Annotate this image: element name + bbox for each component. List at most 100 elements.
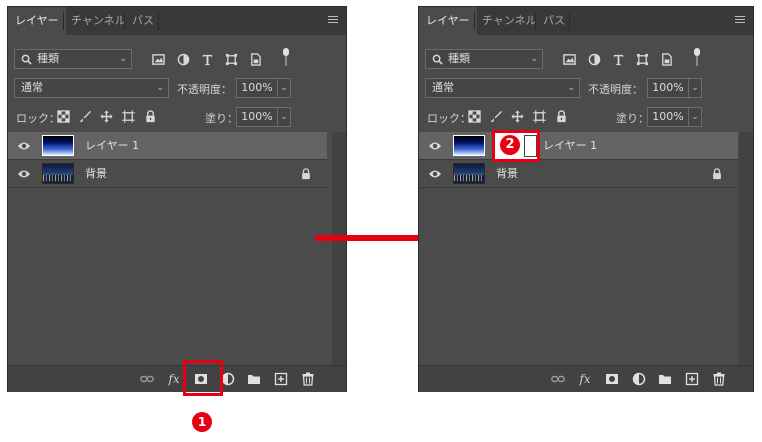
layer-mask-thumbnail-highlight: 2: [492, 130, 540, 162]
add-layer-mask-icon[interactable]: [604, 371, 620, 387]
fx-layer-style-icon[interactable]: fx: [166, 371, 182, 387]
eye-visibility-icon[interactable]: [17, 140, 31, 152]
tab-channels[interactable]: チャンネル: [64, 7, 133, 35]
lock-transparent-pixels-icon[interactable]: [56, 109, 70, 123]
mask-button-highlight: [183, 360, 223, 396]
smart-object-filter-icon[interactable]: [659, 52, 673, 66]
eye-visibility-icon[interactable]: [17, 168, 31, 180]
blend-mode-value: 通常: [21, 81, 43, 94]
lock-all-icon[interactable]: [554, 109, 568, 123]
layer-name[interactable]: 背景: [496, 160, 518, 188]
filter-toggle-switch[interactable]: [282, 48, 290, 68]
tab-channels[interactable]: チャンネル: [475, 7, 544, 35]
layer-row-layer1[interactable]: レイヤー 1: [419, 132, 738, 160]
eye-visibility-icon[interactable]: [428, 140, 442, 152]
opacity-dropdown-button[interactable]: ⌄: [688, 78, 702, 98]
pixel-layer-filter-icon[interactable]: [562, 52, 576, 66]
tab-paths[interactable]: パス: [536, 7, 572, 35]
layer-row-layer1[interactable]: レイヤー 1: [8, 132, 327, 160]
layer-thumbnail: [42, 163, 74, 184]
opacity-input[interactable]: 100%: [236, 78, 278, 98]
tab-layers[interactable]: レイヤー: [419, 7, 477, 35]
filter-kind-label: 種類: [37, 52, 59, 65]
lock-artboard-icon[interactable]: [532, 109, 546, 123]
adjustment-layer-icon[interactable]: [631, 371, 647, 387]
filter-kind-dropdown[interactable]: 種類 ⌄: [425, 49, 543, 69]
layer-row-background[interactable]: 背景: [419, 160, 738, 188]
layer-name[interactable]: レイヤー 1: [543, 132, 597, 160]
tab-paths[interactable]: パス: [125, 7, 161, 35]
smart-object-filter-icon[interactable]: [248, 52, 262, 66]
fill-label: 塗り：: [616, 112, 649, 125]
pixel-layer-filter-icon[interactable]: [151, 52, 165, 66]
fill-dropdown-button[interactable]: ⌄: [688, 107, 702, 127]
tab-layers[interactable]: レイヤー: [8, 7, 66, 35]
shape-filter-icon[interactable]: [224, 52, 238, 66]
blend-mode-value: 通常: [432, 81, 454, 94]
lock-icon: [302, 168, 310, 180]
lock-transparent-pixels-icon[interactable]: [467, 109, 481, 123]
layer-thumbnail: [453, 163, 485, 184]
scrollbar[interactable]: [739, 132, 753, 366]
filter-toggle-switch[interactable]: [693, 48, 701, 68]
fill-dropdown-button[interactable]: ⌄: [277, 107, 291, 127]
opacity-dropdown-button[interactable]: ⌄: [277, 78, 291, 98]
trash-icon[interactable]: [711, 371, 727, 387]
lock-label: ロック：: [427, 112, 471, 125]
lock-label: ロック：: [16, 112, 60, 125]
lock-icon: [713, 168, 721, 180]
folder-icon[interactable]: [246, 371, 262, 387]
panel-tabs: レイヤー チャンネル パス: [8, 7, 346, 35]
type-filter-icon[interactable]: [200, 52, 214, 66]
lock-image-pixels-icon[interactable]: [78, 109, 92, 123]
layer-thumbnail: [42, 135, 74, 156]
chevron-down-icon: ⌄: [119, 54, 127, 64]
lock-artboard-icon[interactable]: [121, 109, 135, 123]
layer-name[interactable]: 背景: [85, 160, 107, 188]
opacity-input[interactable]: 100%: [647, 78, 689, 98]
blend-mode-dropdown[interactable]: 通常 ⌄: [14, 78, 169, 98]
eye-visibility-icon[interactable]: [428, 168, 442, 180]
opacity-label: 不透明度：: [177, 83, 232, 96]
chevron-down-icon: ⌄: [567, 83, 575, 93]
layers-panel-after: レイヤー チャンネル パス 種類 ⌄ 通常 ⌄ 不透明度： 100% ⌄ ロック…: [418, 6, 754, 392]
layer-mask-thumbnail[interactable]: [524, 135, 537, 157]
search-icon: [432, 53, 443, 71]
step-2-badge: 2: [500, 135, 520, 155]
panel-bottom-toolbar: fx: [419, 365, 753, 392]
link-layers-icon[interactable]: [139, 371, 155, 387]
search-icon: [21, 53, 32, 71]
folder-icon[interactable]: [657, 371, 673, 387]
layer-name[interactable]: レイヤー 1: [85, 132, 139, 160]
new-layer-icon[interactable]: [273, 371, 289, 387]
fill-input[interactable]: 100%: [647, 107, 689, 127]
adjustment-filter-icon[interactable]: [587, 52, 601, 66]
layer-row-background[interactable]: 背景: [8, 160, 327, 188]
panel-tabs: レイヤー チャンネル パス: [419, 7, 753, 35]
fx-layer-style-icon[interactable]: fx: [577, 371, 593, 387]
fill-input[interactable]: 100%: [236, 107, 278, 127]
chevron-down-icon: ⌄: [530, 54, 538, 64]
shape-filter-icon[interactable]: [635, 52, 649, 66]
layers-panel-before: レイヤー チャンネル パス 種類 ⌄ 通常 ⌄ 不透明度： 100% ⌄ ロック…: [7, 6, 347, 392]
panel-menu-icon[interactable]: [328, 16, 338, 25]
new-layer-icon[interactable]: [684, 371, 700, 387]
step-1-badge: 1: [192, 412, 212, 432]
type-filter-icon[interactable]: [611, 52, 625, 66]
lock-position-icon[interactable]: [510, 109, 524, 123]
opacity-label: 不透明度：: [588, 83, 643, 96]
fill-label: 塗り：: [205, 112, 238, 125]
panel-bottom-toolbar: fx: [8, 365, 346, 392]
lock-position-icon[interactable]: [99, 109, 113, 123]
link-layers-icon[interactable]: [550, 371, 566, 387]
trash-icon[interactable]: [300, 371, 316, 387]
panel-menu-icon[interactable]: [735, 16, 745, 25]
blend-mode-dropdown[interactable]: 通常 ⌄: [425, 78, 580, 98]
layer-thumbnail: [453, 135, 485, 156]
lock-all-icon[interactable]: [143, 109, 157, 123]
adjustment-filter-icon[interactable]: [176, 52, 190, 66]
filter-kind-label: 種類: [448, 52, 470, 65]
filter-kind-dropdown[interactable]: 種類 ⌄: [14, 49, 132, 69]
chevron-down-icon: ⌄: [156, 83, 164, 93]
lock-image-pixels-icon[interactable]: [489, 109, 503, 123]
